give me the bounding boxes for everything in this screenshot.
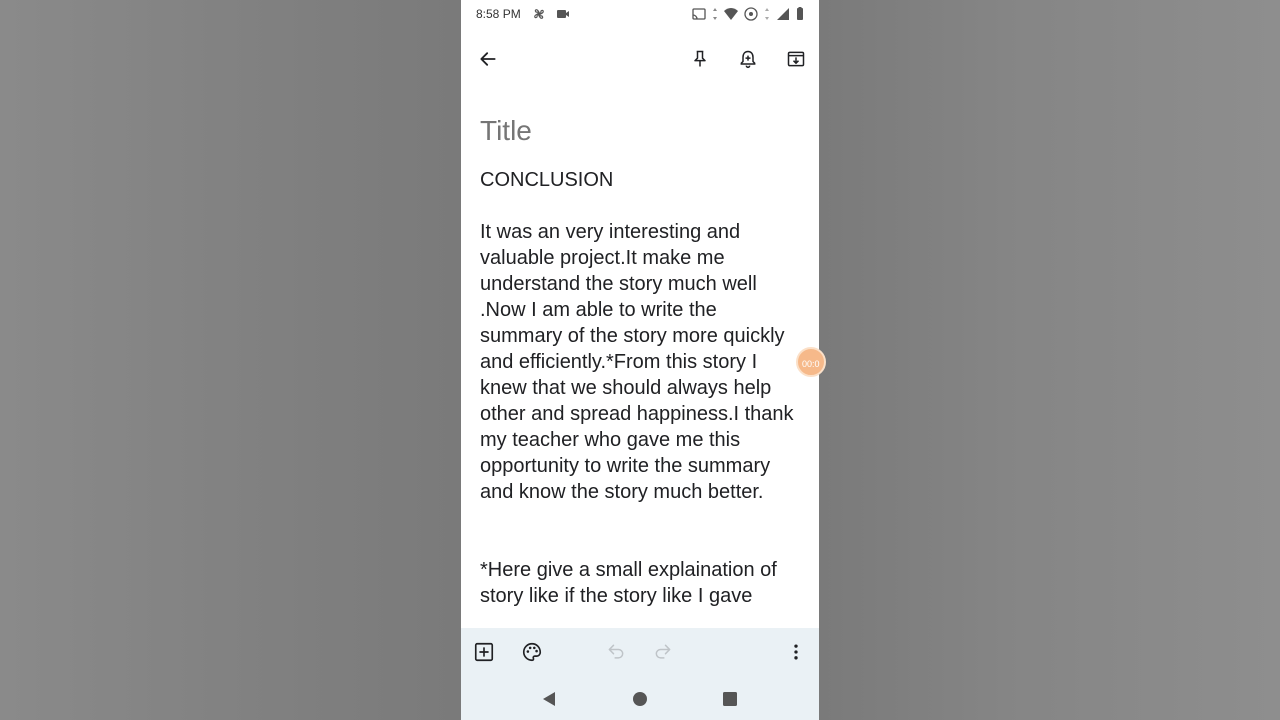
add-box-icon (474, 642, 494, 662)
data-arrows-icon (713, 8, 717, 20)
palette-icon (523, 642, 542, 662)
redo-button[interactable] (647, 636, 679, 668)
note-body-text[interactable]: CONCLUSION It was an very interesting an… (480, 167, 800, 627)
status-bar: 8:58 PM (461, 0, 819, 28)
archive-button[interactable] (780, 43, 812, 75)
nav-home-button[interactable] (629, 688, 651, 710)
status-right-icons (691, 6, 805, 22)
nav-recents-button[interactable] (719, 688, 741, 710)
app-bar (461, 38, 819, 80)
phone-screen: 8:58 PM Title CONCLUSION It was an very … (461, 0, 819, 720)
pin-icon (694, 50, 706, 67)
palette-button[interactable] (516, 636, 548, 668)
fan-icon (534, 9, 544, 19)
bottom-toolbar (461, 628, 819, 676)
note-title-input[interactable] (480, 115, 800, 147)
undo-button[interactable] (600, 636, 632, 668)
circle-home-icon (633, 692, 647, 706)
battery-icon (797, 7, 803, 20)
background-right (819, 0, 1280, 720)
triangle-back-icon (543, 692, 555, 706)
undo-icon (608, 644, 624, 659)
more-options-button[interactable] (780, 636, 812, 668)
arrow-back-icon (480, 52, 496, 66)
reminder-button[interactable] (732, 43, 764, 75)
cell-signal-icon (777, 8, 789, 20)
add-alert-icon (740, 50, 756, 69)
screen-recorder-bubble[interactable]: 00:0 (796, 347, 826, 377)
square-recents-icon (723, 692, 737, 706)
cast-icon (692, 8, 706, 20)
nav-back-button[interactable] (538, 688, 560, 710)
archive-icon (787, 51, 805, 67)
add-box-button[interactable] (468, 636, 500, 668)
more-vert-icon (794, 644, 798, 660)
status-time: 8:58 PM (476, 7, 521, 21)
back-button[interactable] (472, 43, 504, 75)
status-left-icons (531, 6, 571, 22)
hotspot-icon (744, 7, 758, 21)
signal-arrows-icon (765, 8, 769, 20)
background-left (0, 0, 461, 720)
pin-button[interactable] (684, 43, 716, 75)
system-nav-bar (461, 676, 819, 720)
video-camera-icon (557, 10, 569, 18)
redo-icon (655, 644, 671, 659)
wifi-icon (724, 8, 738, 20)
